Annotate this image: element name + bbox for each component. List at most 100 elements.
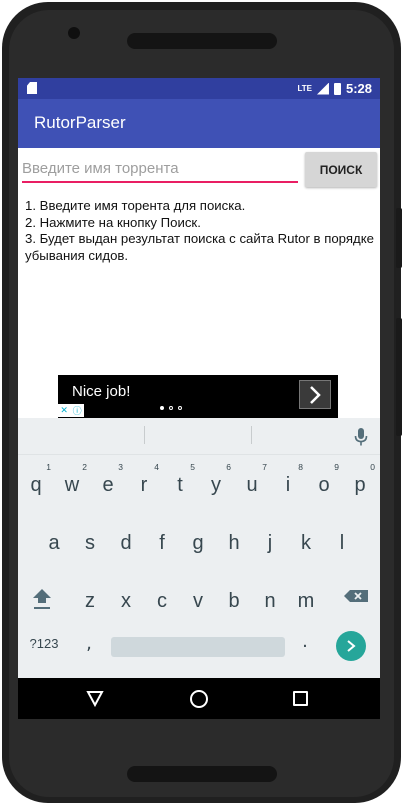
key-number-hint: 8: [298, 462, 303, 472]
key-label: h: [228, 532, 240, 554]
key-label: q: [30, 474, 42, 496]
app-bar: RutorParser: [18, 99, 380, 148]
key-p[interactable]: p0: [342, 458, 378, 500]
soft-keyboard: q1w2e3r4t5y6u7i8o9p0 asdfghjkl zxcvbnm ?…: [18, 418, 380, 678]
ad-banner[interactable]: Nice job! ✕ ⓘ: [58, 375, 338, 418]
key-label: e: [102, 474, 114, 496]
key-label: j: [267, 532, 273, 554]
key-label: m: [297, 590, 315, 612]
key-label: r: [140, 474, 148, 496]
key-label: c: [157, 590, 167, 612]
key-l[interactable]: l: [324, 516, 360, 558]
arrow-right-icon: [347, 640, 356, 652]
key-label: w: [64, 474, 80, 496]
key-label: g: [192, 532, 204, 554]
shift-key[interactable]: [22, 573, 62, 615]
chevron-right-icon: [310, 385, 321, 404]
torrent-search-input[interactable]: [22, 157, 298, 183]
key-label: o: [318, 474, 330, 496]
key-label: k: [301, 532, 311, 554]
ad-text: Nice job!: [72, 383, 131, 400]
key-label: y: [211, 474, 221, 496]
key-number-hint: 3: [118, 462, 123, 472]
backspace-key[interactable]: [338, 573, 378, 615]
key-label: n: [264, 590, 276, 612]
key-k[interactable]: k: [288, 516, 324, 558]
lte-label: LTE: [297, 83, 312, 93]
key-j[interactable]: j: [252, 516, 288, 558]
space-key[interactable]: [111, 637, 285, 657]
pagination-dot: [169, 406, 173, 410]
sd-card-icon: [27, 82, 37, 94]
key-c[interactable]: c: [144, 574, 180, 616]
comma-key[interactable]: ,: [78, 633, 100, 659]
key-label: v: [193, 590, 203, 612]
key-z[interactable]: z: [72, 574, 108, 616]
key-d[interactable]: d: [108, 516, 144, 558]
key-label: a: [48, 532, 60, 554]
key-s[interactable]: s: [72, 516, 108, 558]
key-g[interactable]: g: [180, 516, 216, 558]
key-label: l: [339, 532, 345, 554]
key-number-hint: 9: [334, 462, 339, 472]
key-v[interactable]: v: [180, 574, 216, 616]
status-bar: LTE 5:28: [18, 78, 380, 99]
key-y[interactable]: y6: [198, 458, 234, 500]
key-number-hint: 5: [190, 462, 195, 472]
key-f[interactable]: f: [144, 516, 180, 558]
key-label: f: [159, 532, 165, 554]
key-x[interactable]: x: [108, 574, 144, 616]
key-b[interactable]: b: [216, 574, 252, 616]
key-h[interactable]: h: [216, 516, 252, 558]
key-n[interactable]: n: [252, 574, 288, 616]
key-number-hint: 0: [370, 462, 375, 472]
microphone-icon[interactable]: [354, 428, 368, 446]
key-t[interactable]: t5: [162, 458, 198, 500]
key-e[interactable]: e3: [90, 458, 126, 500]
key-label: t: [177, 474, 183, 496]
suggestion-strip: [18, 418, 380, 455]
info-icon[interactable]: ⓘ: [73, 404, 82, 417]
back-icon[interactable]: [86, 689, 104, 707]
enter-key[interactable]: [336, 631, 366, 661]
key-r[interactable]: r4: [126, 458, 162, 500]
key-u[interactable]: u7: [234, 458, 270, 500]
key-label: i: [285, 474, 291, 496]
battery-icon: [333, 82, 341, 95]
key-a[interactable]: a: [36, 516, 72, 558]
power-button: [396, 318, 402, 436]
status-time: 5:28: [345, 81, 372, 96]
instructions-text: 1. Введите имя торента для поиска. 2. На…: [25, 198, 377, 264]
period-key[interactable]: .: [294, 631, 316, 657]
key-label: b: [228, 590, 240, 612]
ad-pagination: [160, 406, 182, 410]
home-icon[interactable]: [190, 690, 208, 708]
key-o[interactable]: o9: [306, 458, 342, 500]
key-i[interactable]: i8: [270, 458, 306, 500]
instruction-line: 1. Введите имя торента для поиска.: [25, 198, 246, 213]
key-label: x: [121, 590, 131, 612]
pagination-dot: [160, 406, 164, 410]
close-ad-icon[interactable]: ✕: [60, 405, 68, 416]
symbols-key[interactable]: ?123: [18, 636, 70, 658]
status-icons: LTE 5:28: [297, 80, 372, 97]
suggestion-divider: [251, 426, 252, 444]
screen: LTE 5:28 RutorParser ПОИСК 1. Введите им…: [18, 78, 380, 719]
adchoices-icon[interactable]: ✕ ⓘ: [58, 404, 84, 417]
key-number-hint: 7: [262, 462, 267, 472]
search-button[interactable]: ПОИСК: [305, 152, 377, 187]
volume-button: [396, 208, 402, 268]
suggestion-divider: [144, 426, 145, 444]
key-m[interactable]: m: [288, 574, 324, 616]
key-w[interactable]: w2: [54, 458, 90, 500]
key-number-hint: 2: [82, 462, 87, 472]
signal-icon: [316, 82, 329, 95]
recents-icon[interactable]: [293, 691, 308, 706]
key-q[interactable]: q1: [18, 458, 54, 500]
bottom-speaker: [127, 766, 277, 782]
front-camera: [68, 27, 80, 39]
ad-next-button[interactable]: [299, 380, 331, 409]
key-label: s: [85, 532, 95, 554]
key-label: z: [85, 590, 95, 612]
backspace-icon: [344, 590, 368, 602]
